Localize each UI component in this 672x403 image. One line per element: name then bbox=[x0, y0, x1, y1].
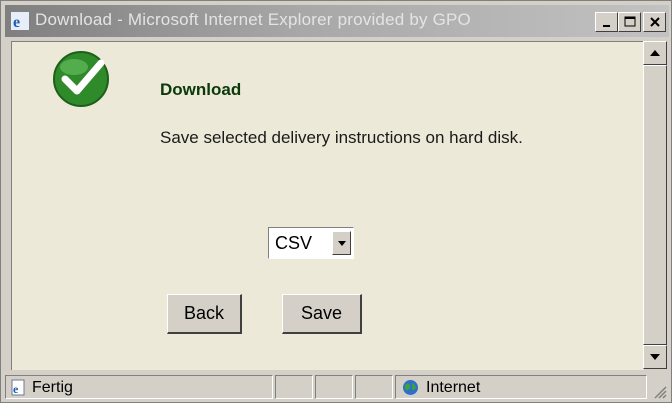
format-select-value: CSV bbox=[275, 233, 313, 253]
close-icon bbox=[649, 17, 660, 27]
status-panel bbox=[355, 375, 393, 399]
vertical-scrollbar[interactable] bbox=[643, 41, 667, 369]
zone-text: Internet bbox=[426, 379, 481, 396]
arrow-up-icon bbox=[650, 50, 660, 56]
status-text: Fertig bbox=[32, 379, 73, 396]
security-zone-panel: Internet bbox=[395, 375, 647, 399]
ie-icon: e bbox=[11, 12, 29, 30]
minimize-button[interactable] bbox=[595, 12, 618, 32]
chevron-down-icon bbox=[337, 241, 346, 246]
title-bar[interactable]: e Download - Microsoft Internet Explorer… bbox=[5, 5, 669, 37]
dialog-content: Download Save selected delivery instruct… bbox=[11, 41, 644, 370]
globe-icon bbox=[403, 380, 418, 395]
status-panel bbox=[275, 375, 313, 399]
svg-text:e: e bbox=[13, 14, 20, 30]
scroll-down-button[interactable] bbox=[643, 345, 667, 369]
browser-window: e Download - Microsoft Internet Explorer… bbox=[0, 0, 672, 403]
format-select-dropdown[interactable] bbox=[332, 231, 351, 255]
window-title: Download - Microsoft Internet Explorer p… bbox=[35, 10, 471, 29]
dialog-description: Save selected delivery instructions on h… bbox=[160, 128, 523, 147]
maximize-icon bbox=[624, 16, 635, 27]
maximize-button[interactable] bbox=[618, 12, 641, 32]
scroll-up-button[interactable] bbox=[643, 41, 667, 65]
status-main-panel: e Fertig bbox=[5, 375, 273, 399]
svg-text:e: e bbox=[13, 382, 19, 396]
save-button[interactable]: Save bbox=[282, 294, 362, 334]
minimize-icon bbox=[602, 25, 610, 27]
dialog-heading: Download bbox=[160, 80, 242, 99]
page-icon: e bbox=[11, 379, 25, 396]
resize-grip-icon[interactable] bbox=[651, 383, 667, 399]
close-button[interactable] bbox=[643, 12, 666, 32]
status-bar: e Fertig Internet bbox=[5, 373, 669, 401]
back-button[interactable]: Back bbox=[167, 294, 242, 334]
format-select[interactable]: CSV bbox=[268, 227, 354, 259]
checkmark-icon bbox=[53, 51, 109, 107]
scroll-thumb[interactable] bbox=[643, 65, 667, 345]
arrow-down-icon bbox=[650, 354, 660, 360]
status-panel bbox=[315, 375, 353, 399]
